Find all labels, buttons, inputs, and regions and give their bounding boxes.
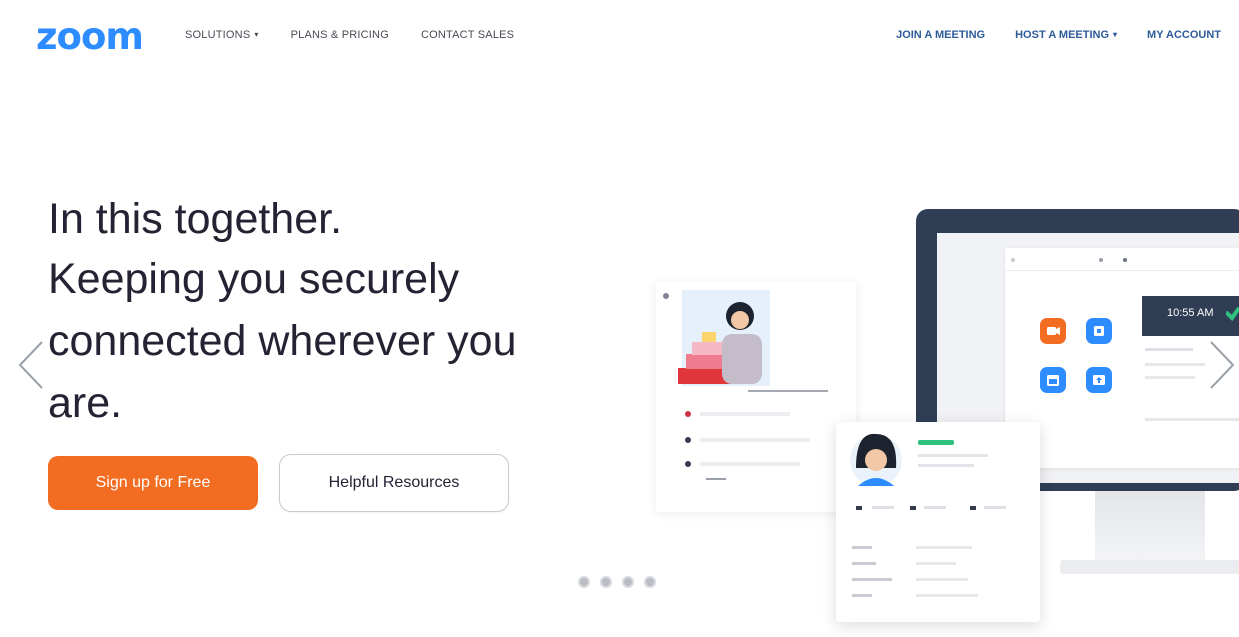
nav-solutions-label: SOLUTIONS — [185, 29, 251, 41]
nav-contact-sales[interactable]: CONTACT SALES — [421, 29, 514, 41]
meeting-time-chip: 10:55 AM — [1142, 296, 1239, 336]
zoom-logo[interactable]: zoom — [36, 18, 144, 55]
clock-text: 10:55 AM — [1167, 307, 1214, 319]
chat-card-content — [663, 290, 828, 480]
caret-down-icon: ▾ — [1113, 30, 1118, 39]
secondary-nav: JOIN A MEETING HOST A MEETING ▾ MY ACCOUN… — [866, 29, 1221, 41]
carousel-dot-2[interactable] — [600, 576, 612, 588]
nav-plans-pricing-label: PLANS & PRICING — [290, 29, 389, 41]
caret-down-icon: ▾ — [254, 30, 259, 39]
monitor-base — [1060, 560, 1239, 574]
top-navigation: zoom SOLUTIONS ▾ PLANS & PRICING CONTACT … — [0, 0, 1239, 72]
monitor-stand — [1095, 491, 1205, 563]
hero-headline-line-3: connected wherever you — [48, 317, 517, 365]
app-window — [1005, 248, 1239, 468]
nav-contact-sales-label: CONTACT SALES — [420, 29, 515, 41]
sign-up-free-button[interactable]: Sign up for Free — [48, 456, 258, 510]
carousel-dot-3[interactable] — [622, 576, 634, 588]
share-screen-icon — [1086, 367, 1112, 393]
schedule-icon — [1040, 367, 1066, 393]
chat-card — [656, 282, 856, 512]
hero-headline-line-2: Keeping you securely — [48, 255, 460, 303]
nav-host-meeting-label: HOST A MEETING — [1015, 29, 1110, 41]
carousel-indicators — [578, 576, 656, 588]
new-meeting-icon — [1040, 318, 1066, 344]
nav-host-meeting[interactable]: HOST A MEETING ▾ — [1015, 29, 1117, 41]
carousel-dot-4[interactable] — [644, 576, 656, 588]
app-window-details — [1005, 258, 1239, 421]
nav-plans-pricing[interactable]: PLANS & PRICING — [291, 29, 389, 41]
profile-card — [836, 422, 1040, 622]
profile-card-content — [850, 433, 1006, 597]
join-meeting-icon — [1086, 318, 1112, 344]
nav-solutions[interactable]: SOLUTIONS ▾ — [185, 29, 259, 41]
nav-join-meeting-label: JOIN A MEETING — [896, 29, 986, 41]
chevron-left-icon[interactable] — [16, 340, 46, 390]
nav-join-meeting[interactable]: JOIN A MEETING — [896, 29, 985, 41]
primary-nav: SOLUTIONS ▾ PLANS & PRICING CONTACT SALES — [185, 29, 546, 41]
chevron-right-icon[interactable] — [1207, 340, 1237, 390]
helpful-resources-button[interactable]: Helpful Resources — [279, 454, 509, 512]
hero-headline-line-1: In this together. — [48, 195, 343, 243]
green-check-icon — [1226, 306, 1239, 322]
sign-up-free-label: Sign up for Free — [95, 474, 211, 491]
carousel-dot-1[interactable] — [578, 576, 590, 588]
helpful-resources-label: Helpful Resources — [328, 474, 460, 491]
nav-my-account[interactable]: MY ACCOUNT — [1147, 29, 1221, 41]
hero-headline-line-4: are. — [48, 379, 123, 427]
nav-my-account-label: MY ACCOUNT — [1147, 29, 1221, 41]
